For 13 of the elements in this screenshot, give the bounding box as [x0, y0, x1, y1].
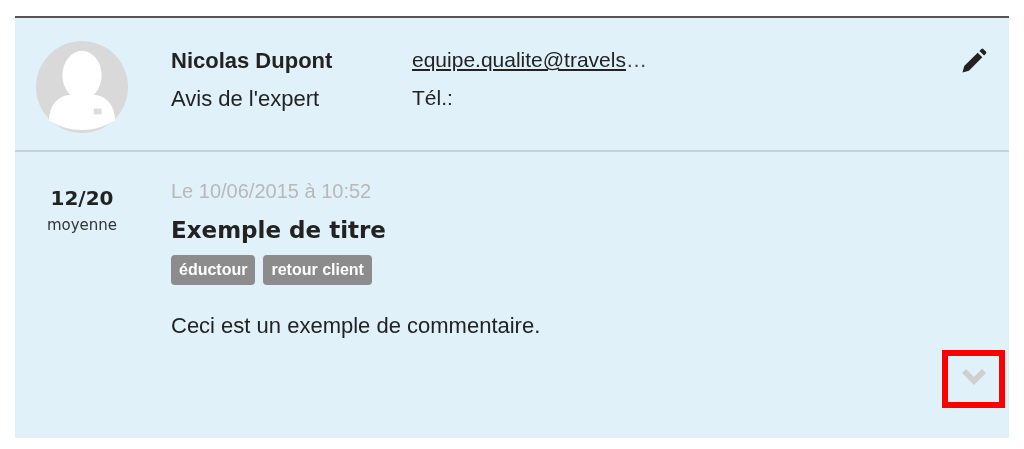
expert-role: Avis de l'expert	[171, 86, 321, 112]
score-label: moyenne	[46, 216, 118, 234]
phone-label: Tél.:	[412, 86, 453, 111]
expert-name: Nicolas Dupont	[171, 48, 334, 74]
review-title: Exemple de titre	[171, 217, 386, 243]
email-link[interactable]: equipe.qualite@travels	[412, 48, 626, 71]
review-date: Le 10/06/2015 à 10:52	[171, 180, 372, 203]
tag: éductour	[171, 255, 256, 285]
tag: retour client	[263, 255, 372, 285]
avatar-icon	[35, 40, 129, 134]
truncation-mark: …	[625, 48, 647, 71]
review-comment: Ceci est un exemple de commentaire.	[171, 313, 541, 339]
average-score: 12/20	[50, 186, 114, 210]
